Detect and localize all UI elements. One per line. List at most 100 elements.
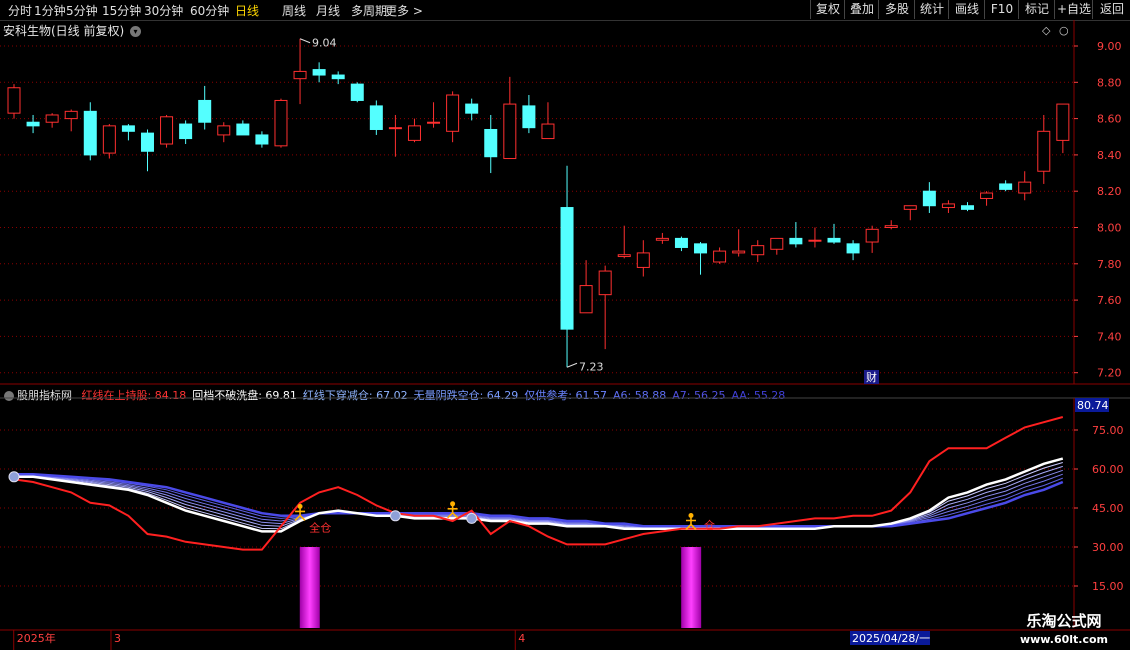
candle-body: [350, 83, 364, 101]
candle: [1037, 114, 1051, 184]
candle: [407, 118, 421, 143]
candle-body: [236, 123, 250, 136]
candle-body: [541, 123, 555, 140]
candle: [865, 225, 879, 253]
candle: [770, 237, 784, 255]
time-label: 3: [114, 632, 121, 645]
watermark-title: 乐淘公式网: [1026, 612, 1102, 630]
candle: [427, 102, 441, 128]
kline-chart[interactable]: 9.00 8.80 8.60 8.40 8.20 8.00 7.80 7.60 7.40 7.20…: [0, 0, 1130, 650]
candle: [789, 222, 803, 248]
price-tick-label: 7.40: [1097, 330, 1122, 343]
candle-body: [1018, 181, 1032, 194]
candle: [64, 109, 78, 132]
candle-body: [1056, 103, 1070, 141]
current-value-label: 80.74: [1077, 399, 1109, 412]
candle-body: [503, 103, 517, 160]
signal-dot: [389, 510, 401, 522]
candle: [350, 82, 364, 103]
candle-body: [160, 116, 174, 145]
candle-body: [179, 123, 193, 140]
candle: [45, 113, 59, 128]
candle: [941, 200, 955, 213]
candle: [179, 120, 193, 145]
candle-body: [255, 134, 269, 145]
diamond-icon: ◇: [1042, 24, 1051, 37]
price-tick-label: 8.40: [1097, 149, 1122, 162]
candle: [102, 124, 116, 159]
price-tick-label: 7.20: [1097, 367, 1122, 380]
candle-body: [961, 205, 974, 210]
candle-body: [941, 203, 955, 209]
candle: [1018, 171, 1032, 201]
candle: [636, 240, 650, 277]
price-tick-label: 8.60: [1097, 113, 1122, 126]
candle: [465, 98, 479, 121]
candle-body: [655, 237, 669, 241]
price-tick-label: 8.00: [1097, 222, 1122, 235]
candle: [980, 191, 994, 206]
candle-body: [140, 132, 154, 152]
candle: [846, 240, 860, 261]
candle: [312, 62, 326, 83]
candle-body: [579, 285, 593, 314]
candle: [388, 114, 402, 157]
candle: [274, 98, 288, 148]
signal-label: 全仓: [309, 520, 331, 534]
candle-body: [64, 110, 78, 120]
indicator-tick-label: 15.00: [1092, 580, 1124, 593]
candle: [732, 229, 746, 257]
time-label: 4: [518, 632, 525, 645]
candle: [331, 71, 345, 85]
candle: [522, 95, 536, 134]
candle-body: [198, 99, 212, 123]
candle-body: [446, 94, 460, 132]
cai-marker-label: 财: [866, 370, 877, 384]
candle-body: [770, 237, 784, 250]
candle-body: [7, 87, 21, 114]
candle-body: [1037, 130, 1051, 172]
candle-body: [980, 192, 994, 199]
signal-bar: [681, 547, 702, 628]
candle-body: [903, 205, 917, 210]
candle-body: [312, 69, 326, 76]
price-tick-label: 7.60: [1097, 294, 1122, 307]
person-icon-head: [688, 513, 694, 518]
candle-body: [808, 239, 822, 242]
candle: [293, 38, 307, 105]
candle: [922, 182, 936, 213]
candle: [217, 122, 231, 143]
time-label: 2025年: [17, 631, 56, 645]
candle: [579, 260, 593, 314]
watermark: 乐淘公式网 www.60lt.com: [1000, 610, 1128, 646]
candle: [1056, 103, 1070, 154]
high-price-label: 9.04: [312, 37, 337, 50]
candle: [884, 220, 898, 230]
candle-body: [789, 237, 803, 245]
candle: [484, 114, 498, 174]
candle-body: [45, 114, 59, 123]
candle: [446, 91, 460, 143]
candle-body: [26, 121, 40, 127]
candle-body: [560, 207, 574, 330]
candle-body: [331, 74, 345, 80]
candle-body: [751, 245, 765, 256]
candle: [140, 129, 154, 172]
candle-body: [427, 121, 441, 124]
candle-body: [369, 105, 383, 130]
price-tick-label: 7.80: [1097, 258, 1122, 271]
circle-icon: ○: [1059, 24, 1069, 37]
candle-body: [484, 128, 498, 158]
person-icon-head: [450, 501, 456, 507]
candle-body: [732, 250, 746, 254]
signal-dot: [8, 471, 20, 483]
low-price-label: 7.23: [579, 360, 604, 373]
candle-body: [865, 228, 879, 243]
indicator-tick-label: 60.00: [1092, 463, 1124, 476]
red-line: [13, 416, 1064, 551]
low-marker-line: [566, 362, 578, 368]
candle: [713, 247, 727, 264]
person-icon-head: [297, 503, 303, 509]
candle: [674, 236, 688, 252]
signal-label: 仓: [704, 518, 715, 532]
